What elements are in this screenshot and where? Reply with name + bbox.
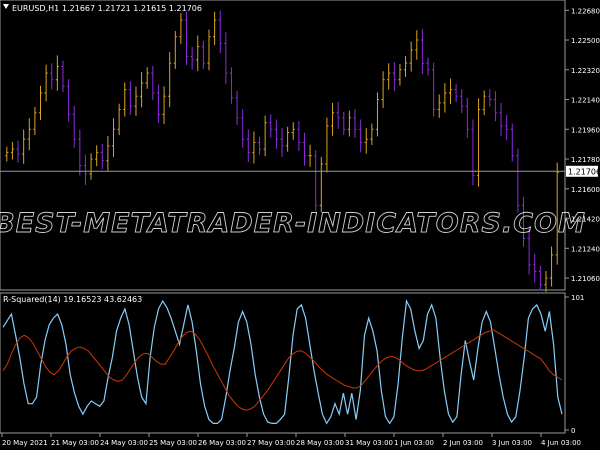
price-tick-label: 1.21060 [571,275,600,283]
time-tick-label: 27 May 03:00 [247,439,295,447]
indicator-header: R-Squared(14) 19.16523 43.62463 [3,295,142,304]
price-tick-label: 1.22320 [571,67,600,75]
last-price-label: 1.21706 [568,167,600,176]
indicator-pane-frame [0,292,566,434]
price-tick-label: 1.21960 [571,126,600,134]
time-tick-label: 31 May 03:00 [345,439,393,447]
trading-chart[interactable]: BEST-METATRADER-INDICATORS.COM EURUSD,H1… [0,0,600,450]
price-tick-label: 1.22500 [571,37,600,45]
time-tick-label: 25 May 03:00 [149,439,197,447]
time-tick-label: 4 Jun 03:00 [541,439,581,447]
watermark-text: BEST-METATRADER-INDICATORS.COM [0,208,586,239]
time-tick-label: 24 May 03:00 [100,439,148,447]
price-tick-label: 1.21420 [571,216,600,224]
time-tick-label: 26 May 03:00 [198,439,246,447]
price-tick-label: 1.22140 [571,97,600,105]
price-pane[interactable]: BEST-METATRADER-INDICATORS.COM EURUSD,H1… [0,0,600,292]
time-tick-label: 21 May 03:00 [51,439,99,447]
price-tick-label: 1.21600 [571,186,600,194]
ohlc-header: 1.21667 1.21721 1.21615 1.21706 [62,4,202,13]
indicator-pane[interactable]: R-Squared(14) 19.16523 43.62463 101 0 [0,292,584,435]
indicator-tick-label: 0 [571,427,575,435]
time-tick-label: 20 May 2021 [2,439,48,447]
indicator-tick-label: 101 [571,294,584,302]
time-tick-label: 1 Jun 03:00 [394,439,434,447]
time-tick-label: 2 Jun 03:00 [443,439,483,447]
price-tick-label: 1.21240 [571,245,600,253]
symbol-header: EURUSD,H1 [12,4,59,13]
time-tick-label: 3 Jun 03:00 [492,439,532,447]
price-tick-label: 1.21780 [571,156,600,164]
time-tick-label: 28 May 03:00 [296,439,344,447]
price-tick-label: 1.22680 [571,7,600,15]
